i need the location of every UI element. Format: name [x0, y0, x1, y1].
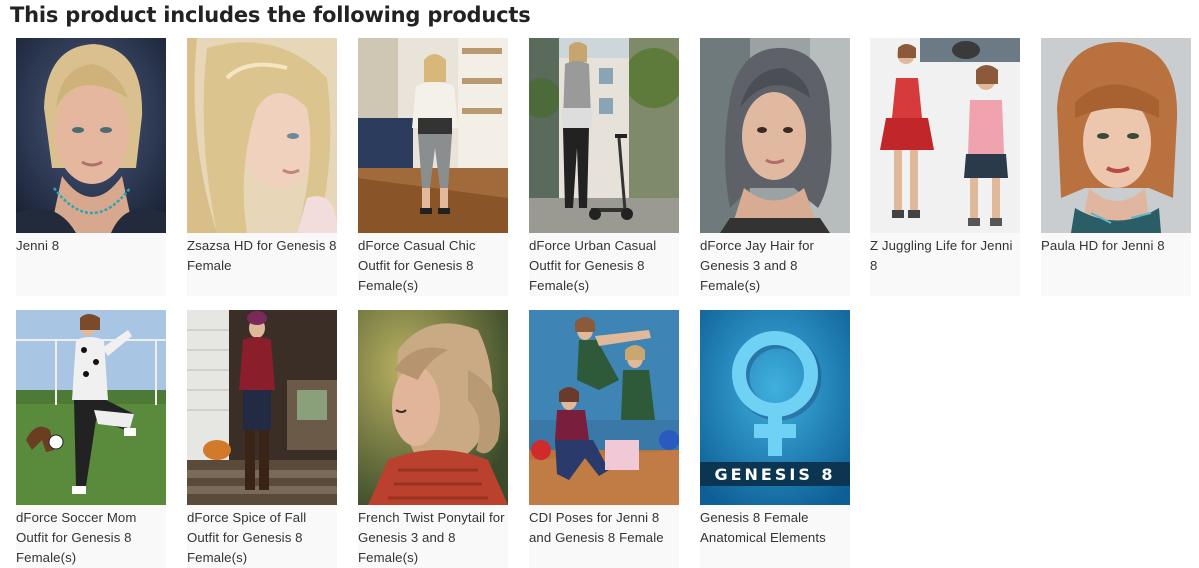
- product-name[interactable]: CDI Poses for Jenni 8 and Genesis 8 Fema…: [529, 505, 679, 548]
- product-name[interactable]: Paula HD for Jenni 8: [1041, 233, 1191, 256]
- product-thumbnail[interactable]: [529, 310, 679, 505]
- product-name[interactable]: dForce Urban Casual Outfit for Genesis 8…: [529, 233, 679, 296]
- product-card[interactable]: Paula HD for Jenni 8: [1041, 38, 1191, 296]
- product-card[interactable]: GENESIS 8 Genesis 8 Female Anatomical El…: [700, 310, 850, 568]
- product-name[interactable]: French Twist Ponytail for Genesis 3 and …: [358, 505, 508, 568]
- product-thumbnail[interactable]: [16, 310, 166, 505]
- product-thumbnail[interactable]: [358, 38, 508, 233]
- product-card[interactable]: French Twist Ponytail for Genesis 3 and …: [358, 310, 508, 568]
- product-name[interactable]: dForce Soccer Mom Outfit for Genesis 8 F…: [16, 505, 166, 568]
- product-name[interactable]: dForce Jay Hair for Genesis 3 and 8 Fema…: [700, 233, 850, 296]
- product-card[interactable]: dForce Casual Chic Outfit for Genesis 8 …: [358, 38, 508, 296]
- product-card[interactable]: Zsazsa HD for Genesis 8 Female: [187, 38, 337, 296]
- product-thumbnail[interactable]: [700, 38, 850, 233]
- product-thumbnail[interactable]: [529, 38, 679, 233]
- product-name[interactable]: Jenni 8: [16, 233, 166, 256]
- product-card[interactable]: Jenni 8: [16, 38, 166, 296]
- product-thumbnail[interactable]: [870, 38, 1020, 233]
- product-name[interactable]: dForce Spice of Fall Outfit for Genesis …: [187, 505, 337, 568]
- product-thumbnail[interactable]: [358, 310, 508, 505]
- product-card[interactable]: dForce Jay Hair for Genesis 3 and 8 Fema…: [700, 38, 850, 296]
- product-name[interactable]: Genesis 8 Female Anatomical Elements: [700, 505, 850, 548]
- product-card[interactable]: Z Juggling Life for Jenni 8: [870, 38, 1020, 296]
- product-card[interactable]: CDI Poses for Jenni 8 and Genesis 8 Fema…: [529, 310, 679, 568]
- product-card[interactable]: dForce Urban Casual Outfit for Genesis 8…: [529, 38, 679, 296]
- product-card[interactable]: dForce Soccer Mom Outfit for Genesis 8 F…: [16, 310, 166, 568]
- genesis-logo-text: GENESIS 8: [714, 465, 835, 484]
- product-thumbnail[interactable]: [16, 38, 166, 233]
- product-grid: Jenni 8 Zsazsa HD for Genesis 8 Female d…: [0, 0, 1199, 568]
- product-name[interactable]: Z Juggling Life for Jenni 8: [870, 233, 1020, 276]
- product-thumbnail[interactable]: [187, 38, 337, 233]
- product-thumbnail[interactable]: GENESIS 8: [700, 310, 850, 505]
- product-name[interactable]: Zsazsa HD for Genesis 8 Female: [187, 233, 337, 276]
- product-card[interactable]: dForce Spice of Fall Outfit for Genesis …: [187, 310, 337, 568]
- product-thumbnail[interactable]: [1041, 38, 1191, 233]
- product-thumbnail[interactable]: [187, 310, 337, 505]
- product-name[interactable]: dForce Casual Chic Outfit for Genesis 8 …: [358, 233, 508, 296]
